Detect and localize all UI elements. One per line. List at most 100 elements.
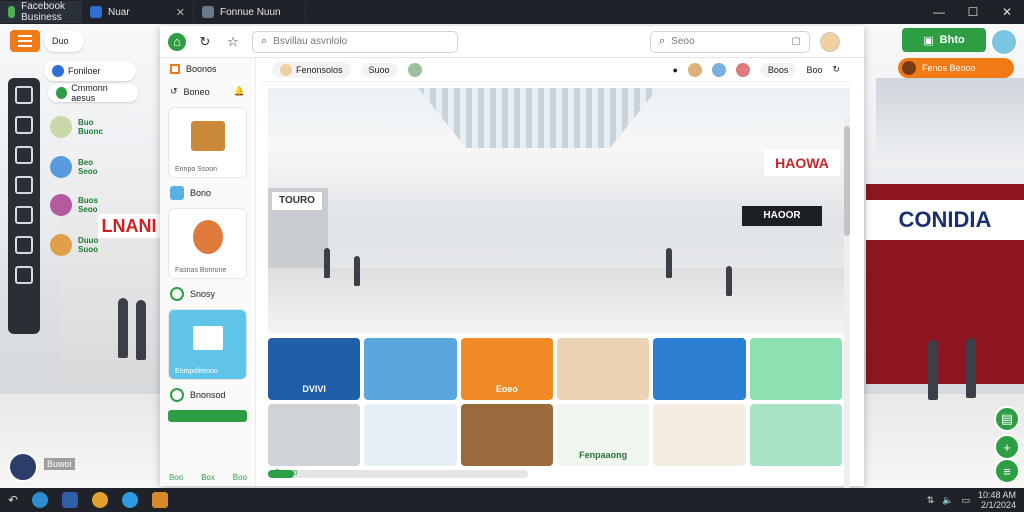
status-pill[interactable]: Cmmonn aesus	[48, 83, 138, 103]
browser-tab-1[interactable]: Facebook Business	[0, 1, 82, 23]
content-icon[interactable]	[15, 146, 33, 164]
close-window-icon[interactable]: ✕	[990, 5, 1024, 19]
maximize-icon[interactable]: ☐	[956, 5, 990, 19]
footer-item[interactable]: Boo	[233, 473, 247, 482]
avatar[interactable]	[735, 62, 750, 77]
notification-pill[interactable]: Fenos Beooo	[898, 58, 1014, 78]
tab-label: Fonnue Nuun	[220, 6, 281, 18]
explorer-icon[interactable]	[62, 492, 79, 508]
menu-icon[interactable]: ≡	[994, 458, 1020, 484]
back-icon[interactable]: ↶	[8, 493, 18, 507]
analytics-icon[interactable]	[15, 116, 33, 134]
refresh-icon[interactable]: ↻	[196, 33, 214, 51]
media-tile[interactable]	[749, 338, 842, 400]
media-tile[interactable]	[364, 404, 457, 466]
refresh-icon[interactable]: ↻	[832, 64, 840, 75]
upload-progress	[268, 470, 528, 478]
network-icon[interactable]: ⇅	[927, 495, 935, 506]
globe-icon[interactable]	[407, 62, 422, 77]
contact-item[interactable]: Beo Seoo	[50, 156, 98, 178]
inbox-icon[interactable]	[15, 86, 33, 104]
side-panel-subheader[interactable]: ↺ Boneo 🔔	[160, 80, 255, 103]
side-panel-header[interactable]: Boonos	[160, 58, 255, 80]
browser-tab-3[interactable]: Fonnue Nuun	[194, 1, 306, 23]
media-tile[interactable]	[557, 338, 650, 400]
edge-icon[interactable]	[32, 492, 49, 508]
side-card[interactable]: Enmpoliteono	[168, 309, 247, 380]
footer-item[interactable]: Box	[201, 473, 215, 482]
settings-icon[interactable]	[15, 266, 33, 284]
app-icon[interactable]	[152, 492, 169, 508]
clock-date: 2/1/2024	[980, 500, 1016, 510]
avatar	[50, 194, 72, 216]
ads-icon[interactable]	[15, 236, 33, 254]
app-toolbar: ⌂ ↻ ☆ ⌕ Bsvillau asvnlolo ⌕ Seoo ▢	[160, 26, 864, 58]
account-pill[interactable]: Duo	[44, 30, 84, 52]
chip-label[interactable]: Boo	[806, 65, 822, 75]
app-window: ⌂ ↻ ☆ ⌕ Bsvillau asvnlolo ⌕ Seoo ▢ Boono…	[160, 26, 864, 506]
side-panel-subtitle: Boneo	[183, 86, 210, 97]
media-tile[interactable]: DVIVI	[268, 338, 361, 400]
skylight-roof	[418, 88, 658, 148]
battery-icon[interactable]: ▭	[961, 495, 970, 506]
scrollbar-thumb[interactable]	[844, 126, 850, 236]
call-button[interactable]: ▣ Bhto	[902, 28, 986, 52]
primary-action-bar[interactable]	[168, 410, 247, 422]
side-row[interactable]: Bnonsod	[160, 384, 255, 406]
audience-icon[interactable]	[15, 206, 33, 224]
filter-chip[interactable]: Fenonsolos	[272, 61, 351, 78]
menu-button[interactable]	[10, 30, 40, 52]
calendar-icon[interactable]	[15, 176, 33, 194]
side-row[interactable]: Snosy	[160, 283, 255, 305]
call-button-label: Bhto	[939, 34, 965, 46]
clock-time: 10:48 AM	[977, 490, 1016, 500]
browser-tab-2[interactable]: Nuar ✕	[82, 1, 194, 23]
close-tab-icon[interactable]: ✕	[176, 6, 185, 19]
contact-item[interactable]: Duuo Suoo	[50, 234, 98, 256]
profile-avatar[interactable]	[820, 31, 840, 52]
history-icon: ↺	[170, 86, 178, 96]
media-tile[interactable]	[460, 404, 553, 466]
media-tile[interactable]	[268, 404, 361, 466]
secondary-search-input[interactable]: ⌕ Seoo ▢	[650, 30, 810, 53]
check-icon	[170, 287, 184, 301]
side-panel-title: Boonos	[186, 64, 217, 74]
chrome-icon[interactable]	[92, 492, 109, 508]
system-tray: ⇅ 🔈 ▭ 10:48 AM 2/1/2024	[927, 490, 1024, 510]
volume-icon[interactable]: 🔈	[942, 495, 953, 506]
app-icon	[170, 186, 184, 200]
add-icon[interactable]: +	[994, 434, 1020, 460]
bookmark-icon[interactable]: ☆	[224, 33, 242, 51]
tile-label: Fenpaaong	[579, 450, 628, 460]
card-caption: Fasnas Bonrone	[175, 267, 227, 274]
save-icon[interactable]: ▤	[994, 406, 1020, 432]
footer-item[interactable]: Boo	[169, 473, 183, 482]
media-tile[interactable]	[364, 338, 457, 400]
avatar[interactable]	[711, 62, 726, 77]
media-tile[interactable]: Fenpaaong	[557, 404, 650, 466]
vertical-scrollbar[interactable]	[844, 116, 850, 506]
filter-chip[interactable]: Boos	[759, 62, 797, 77]
search-input[interactable]: ⌕ Bsvillau asvnlolo	[252, 30, 458, 53]
media-tile[interactable]	[653, 338, 746, 400]
media-tile[interactable]	[653, 404, 746, 466]
minimize-icon[interactable]: —	[922, 5, 956, 19]
side-row-label: Bono	[190, 188, 212, 198]
media-tile[interactable]: Eoeo	[460, 338, 553, 400]
side-row-label: Bnonsod	[190, 390, 226, 400]
whatsapp-icon[interactable]: ●	[672, 65, 677, 75]
side-row[interactable]: Bono	[160, 182, 255, 204]
browser-icon[interactable]	[122, 492, 139, 508]
user-avatar[interactable]	[8, 452, 38, 482]
side-card[interactable]: Fasnas Bonrone	[168, 208, 247, 279]
side-card[interactable]: Ennpo Ssoon	[168, 107, 247, 178]
user-avatar[interactable]	[990, 28, 1018, 56]
clock[interactable]: 10:48 AM 2/1/2024	[978, 490, 1016, 510]
home-icon[interactable]: ⌂	[168, 32, 186, 51]
contact-item[interactable]: Buo Buonc	[50, 116, 103, 138]
media-tile[interactable]	[749, 404, 842, 466]
contact-item[interactable]: Buos Seoo	[50, 194, 98, 216]
avatar[interactable]	[687, 62, 702, 77]
filter-chip[interactable]: Suoo	[360, 62, 398, 77]
page-pill[interactable]: Foniloer	[44, 61, 136, 81]
